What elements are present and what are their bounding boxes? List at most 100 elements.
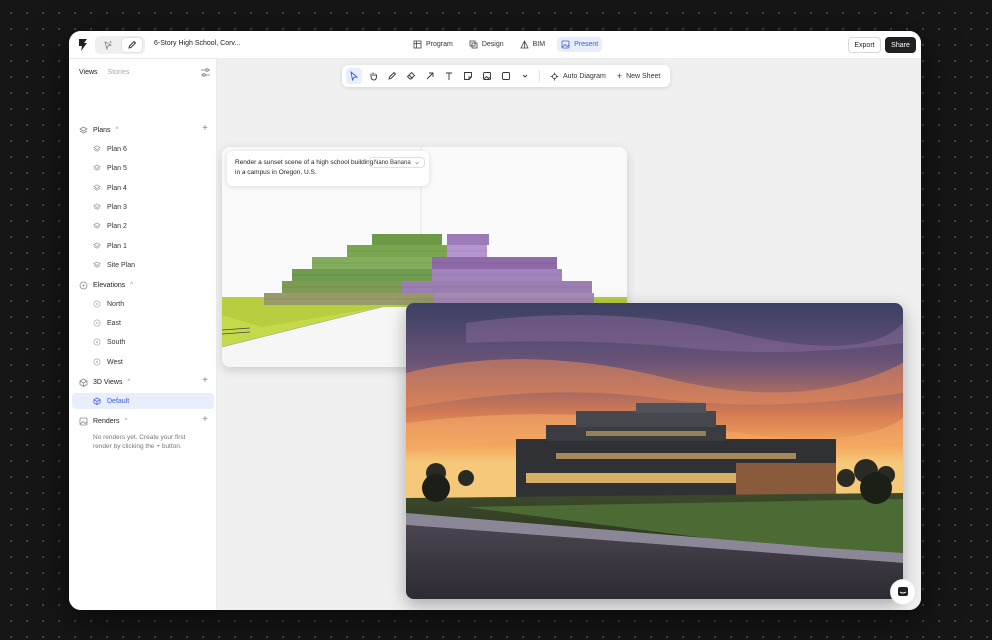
- sticky-note-tool[interactable]: [460, 68, 476, 84]
- nav-present[interactable]: Present: [557, 37, 603, 52]
- filter-settings-icon[interactable]: [200, 67, 211, 78]
- add-3d-view-button[interactable]: +: [200, 376, 210, 386]
- table-icon: [413, 40, 422, 49]
- sidebar-item-north[interactable]: North: [93, 298, 124, 310]
- app-logo[interactable]: [77, 38, 89, 52]
- chevron-down-icon: [414, 161, 419, 164]
- sidebar-item-label: Plan 6: [107, 145, 127, 153]
- more-shapes-dropdown[interactable]: [517, 68, 533, 84]
- text-tool[interactable]: [441, 68, 457, 84]
- sidebar-item-label: Plan 5: [107, 164, 127, 172]
- plus-icon: +: [616, 71, 623, 81]
- add-plan-button[interactable]: +: [200, 124, 210, 134]
- sidebar-item-label: Plan 1: [107, 242, 127, 250]
- sidebar-item-label: Plan 2: [107, 222, 127, 230]
- nav-program-label: Program: [426, 41, 453, 48]
- compass-icon: [93, 300, 101, 308]
- image-tool[interactable]: [479, 68, 495, 84]
- hand-tool[interactable]: [365, 68, 381, 84]
- sidebar-item-label: Site Plan: [107, 261, 136, 269]
- nav-design-label: Design: [481, 41, 504, 48]
- nav-design[interactable]: Design: [465, 37, 508, 52]
- new-sheet-button[interactable]: + New Sheet: [613, 71, 665, 81]
- hand-icon: [370, 72, 377, 81]
- nav-bim-label: BIM: [532, 41, 546, 48]
- arrow-icon: [426, 72, 434, 80]
- sidebar-item-south[interactable]: South: [93, 336, 125, 348]
- ai-mode-button[interactable]: [98, 38, 118, 52]
- export-button[interactable]: Export: [848, 37, 881, 53]
- tab-stories[interactable]: Stories: [108, 69, 130, 76]
- rectangle-tool[interactable]: [498, 68, 514, 84]
- auto-diagram-label: Auto Diagram: [563, 72, 606, 80]
- renders-empty-note: No renders yet. Create your first render…: [93, 434, 186, 450]
- render-image-card[interactable]: [406, 303, 903, 599]
- tab-views[interactable]: Views: [79, 69, 98, 76]
- image-icon: [561, 40, 570, 49]
- section-plans-label: Plans: [93, 126, 111, 134]
- layers-icon: [93, 184, 101, 191]
- sidebar-item-plan-3[interactable]: Plan 3: [93, 201, 127, 213]
- pen-icon: [388, 71, 397, 80]
- drawing-toolbar: Auto Diagram + New Sheet: [342, 65, 670, 87]
- nav-program[interactable]: Program: [409, 37, 457, 52]
- chevron-up-icon: ^: [124, 418, 128, 424]
- layers-icon: [93, 145, 101, 152]
- eraser-tool[interactable]: [403, 68, 419, 84]
- sidebar-item-site-plan[interactable]: Site Plan: [93, 259, 135, 271]
- top-bar: 6-Story High School, Corv... Program Des…: [69, 31, 921, 59]
- layers-icon: [93, 203, 101, 210]
- image-icon: [79, 417, 88, 425]
- auto-diagram-button[interactable]: Auto Diagram: [546, 72, 610, 81]
- model-selector[interactable]: Nano Banana: [369, 157, 425, 168]
- sidebar-item-plan-1[interactable]: Plan 1: [93, 240, 127, 252]
- pencil-icon: [128, 40, 137, 49]
- section-3d-views[interactable]: 3D Views ^: [79, 376, 130, 388]
- share-button[interactable]: Share: [885, 37, 916, 53]
- sidebar-item-label: South: [107, 338, 126, 346]
- edit-mode-button[interactable]: [122, 38, 142, 52]
- sidebar-item-plan-4[interactable]: Plan 4: [93, 182, 127, 194]
- canvas[interactable]: Auto Diagram + New Sheet Render a sunset…: [217, 59, 921, 610]
- nav-present-label: Present: [574, 41, 599, 48]
- section-elevations[interactable]: Elevations ^: [79, 279, 133, 291]
- project-title[interactable]: 6-Story High School, Corv...: [154, 40, 240, 47]
- chevron-up-icon: ^: [127, 379, 131, 385]
- render-prompt-box[interactable]: Render a sunset scene of a high school b…: [227, 151, 429, 186]
- sparkle-cursor-icon: [104, 41, 113, 50]
- toolbar-divider: [539, 70, 540, 82]
- sidebar-item-east[interactable]: East: [93, 317, 121, 329]
- section-renders[interactable]: Renders ^: [79, 415, 127, 427]
- cube-icon: [93, 397, 101, 405]
- section-3d-views-label: 3D Views: [93, 378, 123, 386]
- nav-bim[interactable]: BIM: [516, 37, 549, 52]
- compass-icon: [93, 338, 101, 346]
- sidebar-item-label: Plan 3: [107, 203, 127, 211]
- arrow-tool[interactable]: [422, 68, 438, 84]
- section-plans[interactable]: Plans ^: [79, 124, 118, 136]
- section-renders-label: Renders: [93, 417, 120, 425]
- chat-support-button[interactable]: [890, 579, 916, 605]
- sidebar-item-plan-5[interactable]: Plan 5: [93, 162, 127, 174]
- eraser-icon: [406, 71, 416, 80]
- prompt-text[interactable]: Render a sunset scene of a high school b…: [235, 158, 375, 178]
- sidebar-item-default[interactable]: Default: [72, 393, 214, 409]
- shapes-icon: [469, 40, 478, 49]
- structure-icon: [519, 40, 529, 49]
- compass-icon: [93, 358, 101, 366]
- main-nav: Program Design BIM Present: [409, 37, 603, 52]
- select-tool[interactable]: [346, 68, 362, 84]
- sunset-render-image: [406, 303, 903, 599]
- chevron-up-icon: ^: [130, 282, 134, 288]
- sticky-note-icon: [464, 72, 472, 80]
- select-icon: [350, 71, 359, 81]
- layers-icon: [93, 242, 101, 249]
- mode-switcher: [95, 36, 145, 54]
- sidebar-item-west[interactable]: West: [93, 356, 123, 368]
- pen-tool[interactable]: [384, 68, 400, 84]
- sidebar-item-plan-2[interactable]: Plan 2: [93, 220, 127, 232]
- sidebar-item-plan-6[interactable]: Plan 6: [93, 143, 127, 155]
- chevron-up-icon: ^: [115, 127, 119, 133]
- add-render-button[interactable]: +: [200, 415, 210, 425]
- sidebar-tabs: Views Stories: [79, 69, 129, 76]
